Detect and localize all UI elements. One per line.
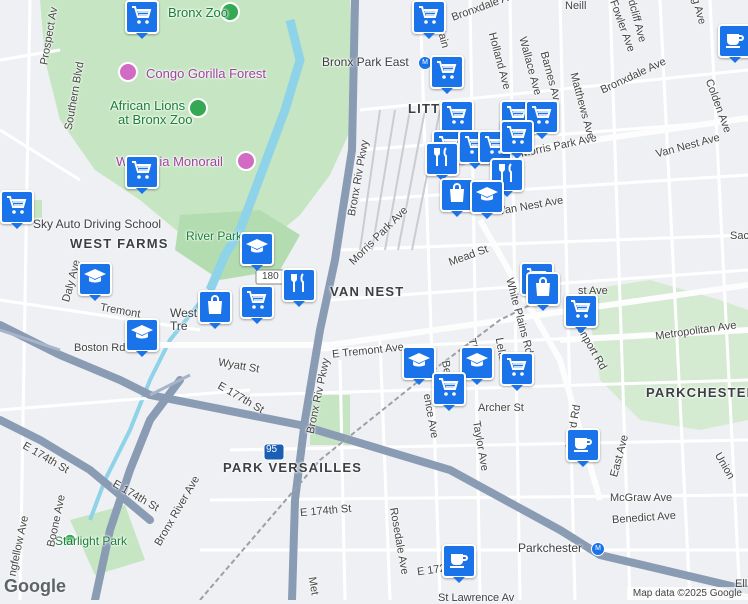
i180-shield-label: 180 — [262, 271, 279, 282]
map-marker-coffee-2[interactable] — [718, 24, 748, 63]
van-nest-label: VAN NEST — [330, 284, 405, 299]
map-marker-school-22[interactable] — [125, 318, 159, 357]
school-icon — [245, 235, 269, 264]
i95-shield-label: 95 — [266, 444, 278, 455]
little-italy-label: LITT — [408, 101, 441, 116]
sky-auto-label[interactable]: Sky Auto Driving School — [33, 217, 161, 231]
coffee-icon — [447, 547, 471, 576]
shopping-cart-icon — [505, 123, 529, 152]
road-label-boston-rd: Boston Rd — [74, 342, 126, 354]
school-icon — [465, 349, 489, 378]
map-marker-shopping-cart-4[interactable] — [440, 100, 474, 139]
shopping-cart-icon — [130, 3, 154, 32]
school-icon — [407, 349, 431, 378]
shopping-cart-icon — [5, 193, 29, 222]
shopping-cart-icon — [417, 3, 441, 32]
shopping-cart-icon — [130, 158, 154, 187]
shopping-cart-icon — [445, 103, 469, 132]
parkchester-neighborhood-label: PARKCHESTER — [646, 385, 748, 400]
map-marker-restaurant-18[interactable] — [282, 268, 316, 307]
lions-label-1[interactable]: African Lions — [110, 98, 185, 113]
map-marker-coffee-31[interactable] — [442, 544, 476, 583]
congo-label[interactable]: Congo Gorilla Forest — [146, 66, 266, 81]
park-versailles-label: PARK VERSAILLES — [223, 460, 363, 475]
school-icon — [83, 265, 107, 294]
map-marker-shopping-bag-20[interactable] — [198, 290, 232, 329]
bronx-park-east-label[interactable]: Bronx Park East — [322, 55, 409, 69]
parkchester-station-label[interactable]: Parkchester — [518, 541, 582, 555]
shopping-cart-icon — [569, 297, 593, 326]
map-marker-school-14[interactable] — [470, 180, 504, 219]
road-label-mcgraw: McGraw Ave — [610, 492, 673, 504]
map-marker-restaurant-11[interactable] — [425, 142, 459, 181]
map-marker-shopping-bag-28[interactable] — [526, 272, 560, 311]
map-marker-school-19[interactable] — [78, 262, 112, 301]
shopping-bag-icon — [203, 293, 227, 322]
map-marker-shopping-cart-1[interactable] — [412, 0, 446, 39]
road-label-sac: Sac — [730, 230, 748, 242]
monorail-pin-icon — [236, 151, 256, 171]
restaurant-icon — [430, 145, 454, 174]
bronx-zoo-label[interactable]: Bronx Zoo — [168, 5, 228, 20]
map-attribution[interactable]: Map data ©2025 Google — [626, 587, 748, 600]
shopping-cart-icon — [505, 355, 529, 384]
map-marker-shopping-cart-25[interactable] — [500, 352, 534, 391]
coffee-icon — [723, 27, 747, 56]
shopping-cart-icon — [435, 58, 459, 87]
map-marker-shopping-cart-21[interactable] — [240, 285, 274, 324]
shopping-cart-icon — [245, 288, 269, 317]
road-label-archer: Archer St — [478, 402, 524, 414]
map-marker-shopping-cart-3[interactable] — [430, 55, 464, 94]
map-marker-coffee-30[interactable] — [566, 428, 600, 467]
map-marker-school-17[interactable] — [240, 232, 274, 271]
google-logo: Google — [4, 576, 66, 596]
west-farms-sq-label-1[interactable]: West — [170, 306, 197, 320]
map-canvas[interactable] — [0, 0, 748, 600]
map-marker-shopping-cart-16[interactable] — [0, 190, 34, 229]
map-marker-shopping-cart-15[interactable] — [125, 155, 159, 194]
restaurant-icon — [287, 271, 311, 300]
lions-label-2[interactable]: at Bronx Zoo — [118, 112, 192, 127]
map-marker-shopping-cart-10[interactable] — [500, 120, 534, 159]
map-marker-shopping-cart-29[interactable] — [564, 294, 598, 333]
school-icon — [130, 321, 154, 350]
west-farms-label: WEST FARMS — [70, 236, 169, 251]
road-label-neill: Neill — [565, 0, 587, 12]
map-marker-school-23[interactable] — [402, 346, 436, 385]
map-marker-shopping-bag-13[interactable] — [440, 178, 474, 217]
coffee-icon — [571, 431, 595, 460]
starlight-park-label[interactable]: Starlight Park — [55, 534, 127, 548]
map-marker-shopping-cart-0[interactable] — [125, 0, 159, 39]
shopping-cart-icon — [437, 375, 461, 404]
parkchester-station-icon[interactable]: M — [591, 542, 605, 556]
school-icon — [475, 183, 499, 212]
st-lawrence-label[interactable]: St Lawrence Av — [438, 592, 514, 604]
map-marker-shopping-cart-26[interactable] — [432, 372, 466, 411]
congo-pin-icon — [118, 62, 138, 82]
shopping-bag-icon — [445, 181, 469, 210]
west-farms-sq-label-2[interactable]: Tre — [170, 319, 188, 333]
river-park-label[interactable]: River Park — [186, 229, 242, 243]
shopping-bag-icon — [531, 275, 555, 304]
